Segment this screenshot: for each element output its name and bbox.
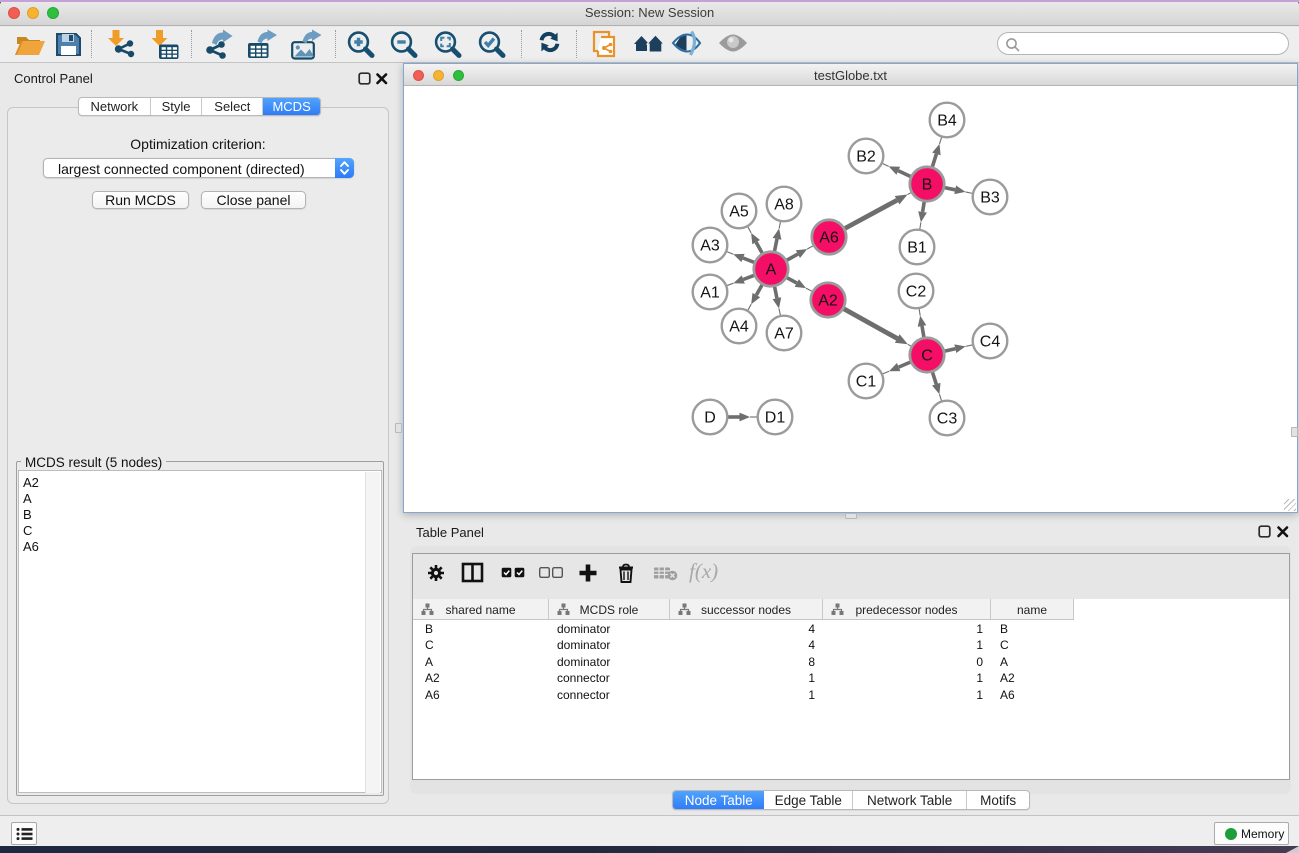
svg-text:C: C xyxy=(921,348,933,365)
svg-text:A1: A1 xyxy=(700,285,720,302)
svg-text:C4: C4 xyxy=(980,334,1001,351)
svg-text:A3: A3 xyxy=(700,238,720,255)
svg-text:C3: C3 xyxy=(937,411,958,428)
svg-text:A5: A5 xyxy=(729,204,749,221)
svg-text:C2: C2 xyxy=(906,284,927,301)
svg-text:D: D xyxy=(704,410,716,427)
svg-text:C1: C1 xyxy=(856,374,877,391)
svg-text:A: A xyxy=(766,262,777,279)
svg-text:A4: A4 xyxy=(729,319,749,336)
svg-text:A2: A2 xyxy=(818,293,838,310)
svg-text:A7: A7 xyxy=(774,326,794,343)
svg-text:B4: B4 xyxy=(937,113,957,130)
svg-text:A6: A6 xyxy=(819,230,839,247)
svg-text:D1: D1 xyxy=(765,410,786,427)
svg-text:B1: B1 xyxy=(907,240,927,257)
svg-text:B3: B3 xyxy=(980,190,1000,207)
svg-text:B: B xyxy=(922,177,933,194)
svg-text:B2: B2 xyxy=(856,149,876,166)
svg-text:A8: A8 xyxy=(774,197,794,214)
